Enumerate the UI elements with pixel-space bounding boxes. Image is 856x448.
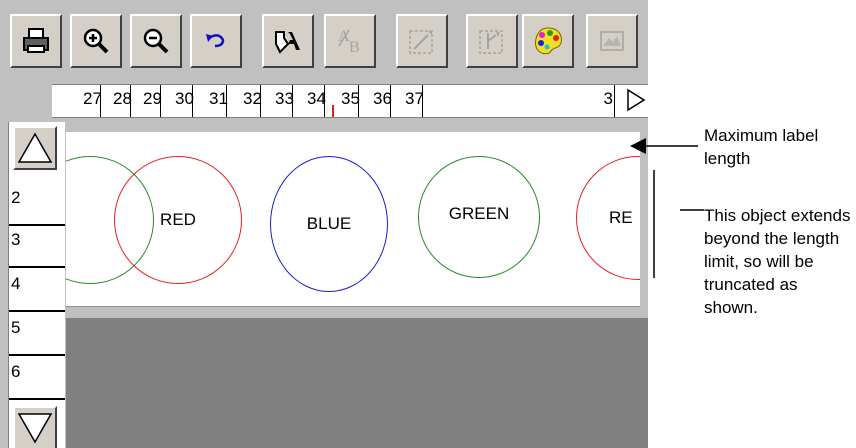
ruler-tick: 31 bbox=[209, 85, 228, 117]
scroll-up-icon bbox=[17, 132, 53, 163]
ruler-scale: 27 28 29 30 31 32 33 34 35 36 37 3 bbox=[52, 84, 648, 118]
annotation-arrow bbox=[630, 138, 698, 154]
vertical-tick: 2 bbox=[9, 188, 65, 226]
flip-icon bbox=[479, 30, 503, 54]
vertical-tick: 6 bbox=[9, 362, 65, 400]
rotate-button[interactable] bbox=[396, 14, 448, 68]
scroll-up-button[interactable] bbox=[13, 126, 57, 170]
object-label: BLUE bbox=[306, 214, 352, 233]
label-object-red-truncated[interactable]: RE bbox=[576, 156, 640, 280]
flip-button[interactable] bbox=[466, 14, 518, 68]
vertical-tick: 3 bbox=[9, 230, 65, 268]
rotate-icon bbox=[409, 30, 433, 54]
zoom-in-icon bbox=[83, 28, 109, 54]
toolbar: A B bbox=[0, 8, 648, 72]
ruler-tick: 34 bbox=[307, 85, 326, 117]
ruler-tick: 36 bbox=[373, 85, 392, 117]
palette-button[interactable] bbox=[522, 14, 574, 68]
horizontal-ruler: 27 28 29 30 31 32 33 34 35 36 37 3 bbox=[0, 78, 648, 120]
ruler-tick: 28 bbox=[113, 85, 132, 117]
scroll-down-button[interactable] bbox=[13, 406, 57, 448]
ruler-tick: 27 bbox=[83, 85, 102, 117]
label-canvas[interactable]: RED BLUE GREEN RE bbox=[66, 132, 640, 307]
ruler-tick: 29 bbox=[143, 85, 162, 117]
superscript-button[interactable]: A B bbox=[324, 14, 376, 68]
superscript-icon: A B bbox=[338, 28, 360, 56]
annotation-bracket bbox=[653, 170, 704, 278]
svg-text:B: B bbox=[349, 39, 360, 56]
ruler-tick: 30 bbox=[175, 85, 194, 117]
empty-work-area bbox=[66, 318, 648, 448]
truncation-annotation: This object extends beyond the length li… bbox=[704, 206, 851, 317]
vertical-tick: 4 bbox=[9, 274, 65, 312]
object-label: RED bbox=[160, 210, 196, 229]
printer-icon bbox=[23, 28, 49, 53]
undo-button[interactable] bbox=[190, 14, 242, 68]
scroll-right-icon[interactable] bbox=[626, 88, 646, 112]
palette-icon bbox=[534, 27, 562, 55]
image-icon bbox=[600, 31, 624, 51]
undo-icon bbox=[206, 34, 225, 48]
zoom-out-button[interactable] bbox=[130, 14, 182, 68]
vertical-tick: 5 bbox=[9, 318, 65, 356]
label-object-blue[interactable]: BLUE bbox=[270, 156, 388, 292]
scroll-down-icon bbox=[17, 413, 53, 444]
ruler-tick: 32 bbox=[243, 85, 262, 117]
zoom-in-button[interactable] bbox=[70, 14, 122, 68]
ruler-tick: 35 bbox=[341, 85, 360, 117]
text-style-button[interactable] bbox=[262, 14, 314, 68]
ruler-tick: 37 bbox=[405, 85, 424, 117]
label-object-green[interactable]: GREEN bbox=[418, 156, 540, 278]
ruler-position-marker bbox=[332, 105, 334, 117]
zoom-out-icon bbox=[143, 28, 169, 54]
ruler-tick: 33 bbox=[275, 85, 294, 117]
image-button[interactable] bbox=[586, 14, 638, 68]
label-object-red[interactable]: RED bbox=[114, 156, 242, 284]
text-style-icon bbox=[275, 31, 300, 54]
ruler-tick: 3 bbox=[604, 85, 615, 117]
max-length-annotation: Maximum label length bbox=[704, 126, 819, 168]
label-editor-window: A B 27 28 29 30 31 32 33 34 35 36 37 3 2… bbox=[0, 0, 648, 448]
vertical-ruler: 2 3 4 5 6 bbox=[8, 122, 65, 448]
print-button[interactable] bbox=[10, 14, 62, 68]
object-label: RE bbox=[609, 208, 633, 227]
object-label: GREEN bbox=[448, 204, 510, 223]
